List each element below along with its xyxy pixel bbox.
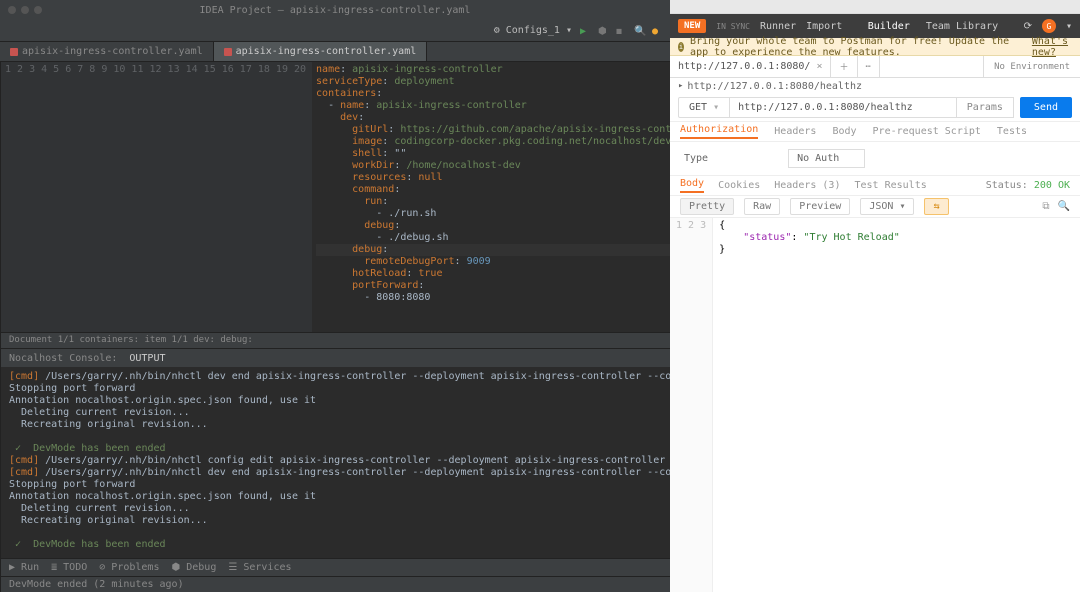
code-content[interactable]: name: apisix-ingress-controller serviceT… — [312, 62, 670, 332]
status-bar: DevMode ended (2 minutes ago) 14:1 LF UT… — [1, 576, 670, 592]
sync-icon[interactable]: ⟳ — [1024, 21, 1032, 32]
view-pretty[interactable]: Pretty — [680, 198, 734, 215]
editor-tab-active[interactable]: apisix-ingress-controller.yaml — [214, 42, 428, 61]
info-icon: i — [678, 42, 684, 52]
close-icon[interactable]: × — [816, 61, 822, 72]
request-tab[interactable]: http://127.0.0.1:8080/× — [670, 56, 831, 77]
editor-tabs: apisix-ingress-controller.yaml apisix-in… — [0, 42, 670, 62]
builder-tab[interactable]: Builder — [868, 21, 910, 32]
search-icon[interactable]: 🔍 — [634, 26, 644, 36]
postman-window: NEW IN SYNC Runner Import Builder Team L… — [670, 0, 1080, 592]
window-title: IDEA Project – apisix-ingress-controller… — [200, 5, 471, 16]
response-body[interactable]: 1 2 3 { "status": "Try Hot Reload" } — [670, 218, 1080, 592]
view-mode-row: Pretty Raw Preview JSON ▾ ⇆ ⧉ 🔍 — [670, 196, 1080, 218]
debug-icon[interactable]: ⬢ — [598, 26, 608, 36]
resp-tab-headers[interactable]: Headers (3) — [774, 180, 840, 191]
tabs-menu[interactable]: ⋯ — [858, 56, 880, 77]
breadcrumb[interactable]: Document 1/1 containers: item 1/1 dev: d… — [1, 332, 670, 348]
view-preview[interactable]: Preview — [790, 198, 850, 215]
tab-authorization[interactable]: Authorization — [680, 124, 758, 139]
status-message: DevMode ended (2 minutes ago) — [9, 579, 184, 590]
ide-toolbar: ⚙ Configs_1 ▾ ▶ ⬢ ◼ 🔍 ● — [0, 20, 670, 42]
request-tabs: http://127.0.0.1:8080/× ＋ ⋯ No Environme… — [670, 56, 1080, 78]
copy-icon[interactable]: ⧉ — [1042, 201, 1049, 212]
update-banner: i Bring your whole team to Postman for f… — [670, 38, 1080, 56]
response-tabs: Body Cookies Headers (3) Test Results St… — [670, 176, 1080, 196]
window-traffic-lights[interactable] — [8, 6, 42, 14]
auth-type-select[interactable]: No Auth — [788, 149, 865, 168]
new-button[interactable]: NEW — [678, 19, 706, 33]
run-config-selector[interactable]: ⚙ Configs_1 ▾ — [494, 25, 572, 36]
url-breadcrumb: ▸ http://127.0.0.1:8080/healthz — [670, 78, 1080, 94]
response-line-numbers: 1 2 3 — [670, 218, 713, 592]
ide-window: IDEA Project – apisix-ingress-controller… — [0, 0, 670, 592]
avatar-icon[interactable]: ● — [652, 26, 662, 36]
request-row: GET▾ http://127.0.0.1:8080/healthz Param… — [670, 94, 1080, 122]
format-selector[interactable]: JSON ▾ — [860, 198, 914, 215]
console-tab-output[interactable]: OUTPUT — [129, 353, 165, 364]
environment-selector[interactable]: No Environment — [983, 56, 1080, 77]
runner-button[interactable]: Runner — [760, 21, 796, 32]
response-json[interactable]: { "status": "Try Hot Reload" } — [713, 218, 906, 592]
response-status: Status: 200 OK — [986, 180, 1070, 191]
resp-tab-body[interactable]: Body — [680, 178, 704, 193]
bottom-tab-debug[interactable]: ⬢ Debug — [171, 562, 216, 573]
tab-prerequest[interactable]: Pre-request Script — [873, 126, 981, 137]
import-button[interactable]: Import — [806, 21, 842, 32]
tab-tests[interactable]: Tests — [997, 126, 1027, 137]
bottom-toolbar: ▶ Run ≣ TODO ⊘ Problems ⬢ Debug ☰ Servic… — [1, 558, 670, 576]
team-library-tab[interactable]: Team Library — [926, 21, 998, 32]
run-icon[interactable]: ▶ — [580, 26, 590, 36]
whats-new-link[interactable]: What's new? — [1032, 36, 1072, 58]
avatar[interactable]: G — [1042, 19, 1056, 33]
resp-tab-tests[interactable]: Test Results — [854, 180, 926, 191]
editor-tab[interactable]: apisix-ingress-controller.yaml — [0, 42, 214, 61]
console-tab-name[interactable]: Nocalhost Console: — [9, 353, 117, 364]
send-button[interactable]: Send — [1020, 97, 1072, 118]
console-tabs: Nocalhost Console: OUTPUT ⚙ — — [1, 349, 670, 367]
yaml-icon — [10, 48, 18, 56]
search-icon[interactable]: 🔍 — [1058, 201, 1070, 212]
stop-icon[interactable]: ◼ — [616, 26, 626, 36]
yaml-icon — [224, 48, 232, 56]
console-output[interactable]: [cmd] /Users/garry/.nh/bin/nhctl dev end… — [1, 367, 670, 558]
postman-topbar: NEW IN SYNC Runner Import Builder Team L… — [670, 14, 1080, 38]
params-button[interactable]: Params — [957, 97, 1014, 118]
postman-titlebar — [670, 0, 1080, 14]
method-selector[interactable]: GET▾ — [678, 97, 730, 118]
ide-titlebar: IDEA Project – apisix-ingress-controller… — [0, 0, 670, 20]
code-editor[interactable]: 1 2 3 4 5 6 7 8 9 10 11 12 13 14 15 16 1… — [1, 62, 670, 332]
wrap-icon[interactable]: ⇆ — [924, 198, 948, 215]
auth-type-label: Type — [684, 153, 708, 164]
line-numbers: 1 2 3 4 5 6 7 8 9 10 11 12 13 14 15 16 1… — [1, 62, 312, 332]
url-input[interactable]: http://127.0.0.1:8080/healthz — [730, 97, 957, 118]
request-subtabs: Authorization Headers Body Pre-request S… — [670, 122, 1080, 142]
tab-body[interactable]: Body — [832, 126, 856, 137]
sync-badge: IN SYNC — [716, 22, 750, 31]
view-raw[interactable]: Raw — [744, 198, 780, 215]
new-tab-button[interactable]: ＋ — [831, 56, 857, 77]
bottom-tab-problems[interactable]: ⊘ Problems — [99, 562, 159, 573]
resp-tab-cookies[interactable]: Cookies — [718, 180, 760, 191]
bottom-tab-todo[interactable]: ≣ TODO — [51, 562, 87, 573]
auth-section: Type No Auth — [670, 142, 1080, 176]
tab-headers[interactable]: Headers — [774, 126, 816, 137]
settings-dropdown-icon[interactable]: ▾ — [1066, 21, 1072, 32]
bottom-tab-services[interactable]: ☰ Services — [228, 562, 291, 573]
bottom-tab-run[interactable]: ▶ Run — [9, 562, 39, 573]
